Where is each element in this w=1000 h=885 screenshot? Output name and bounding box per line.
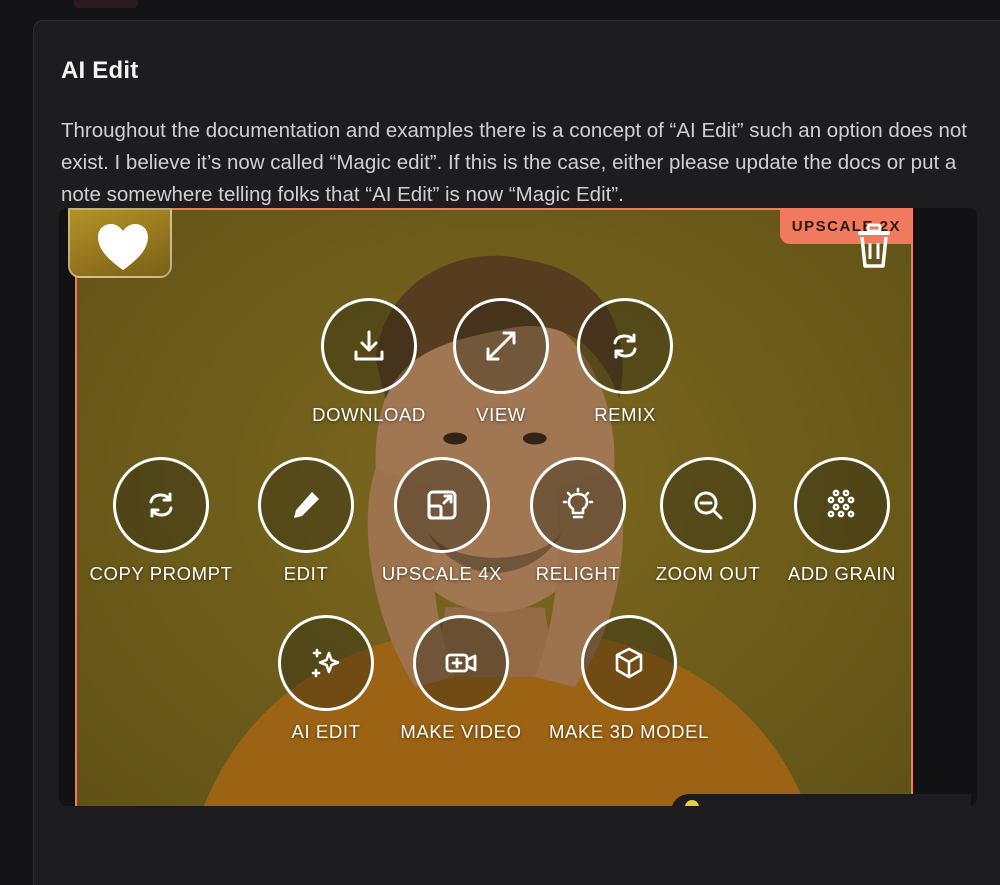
upscale-4x-button[interactable] (394, 457, 490, 553)
copy-prompt-button[interactable] (113, 457, 209, 553)
make-video-action[interactable]: MAKE VIDEO (381, 615, 541, 743)
post-title: AI Edit (61, 57, 139, 84)
zoom-out-icon (694, 491, 723, 520)
relight-button[interactable] (530, 457, 626, 553)
view-button[interactable] (453, 298, 549, 394)
status-dot (685, 800, 699, 806)
expand-icon (486, 331, 516, 361)
heart-icon (98, 224, 148, 270)
bottom-toolbar-edge (671, 794, 971, 806)
lightbulb-icon (562, 487, 594, 519)
download-button[interactable] (321, 298, 417, 394)
zoom-out-button[interactable] (660, 457, 756, 553)
top-tab-hint (74, 0, 138, 8)
upscale-badge: UPSCALE 2X (779, 208, 913, 244)
grain-icon (827, 489, 855, 518)
make-video-label: MAKE VIDEO (400, 721, 522, 742)
upscale-icon (427, 490, 457, 520)
remix-label: REMIX (594, 404, 656, 425)
ai-edit-button[interactable] (278, 615, 374, 711)
embedded-screenshot: UPSCALE 2X DOWNLOAD VIEW REMIX COPY PROM… (59, 208, 977, 806)
make-video-button[interactable] (413, 615, 509, 711)
copy-prompt-action[interactable]: COPY PROMPT (81, 457, 241, 585)
edit-button[interactable] (258, 457, 354, 553)
cube-icon (615, 647, 643, 679)
refresh-icon (149, 492, 173, 518)
sparkle-icon (311, 648, 340, 678)
copy-prompt-label: COPY PROMPT (89, 563, 233, 584)
post-body: Throughout the documentation and example… (61, 115, 991, 211)
pencil-icon (294, 492, 319, 518)
add-grain-action[interactable]: ADD GRAIN (762, 457, 922, 585)
post-body-text: Throughout the documentation and example… (61, 119, 967, 206)
refresh-icon (613, 333, 637, 359)
add-grain-button[interactable] (794, 457, 890, 553)
remix-action[interactable]: REMIX (545, 298, 705, 426)
favorite-thumbnail[interactable] (68, 208, 172, 278)
remix-button[interactable] (577, 298, 673, 394)
add-grain-label: ADD GRAIN (787, 563, 897, 584)
video-icon (445, 653, 477, 673)
download-icon (354, 330, 384, 361)
make-3d-model-action[interactable]: MAKE 3D MODEL (549, 615, 709, 743)
top-strip (0, 0, 1000, 20)
make-3d-model-button[interactable] (581, 615, 677, 711)
make-3d-model-label: MAKE 3D MODEL (549, 721, 709, 742)
trash-icon[interactable] (855, 222, 893, 270)
